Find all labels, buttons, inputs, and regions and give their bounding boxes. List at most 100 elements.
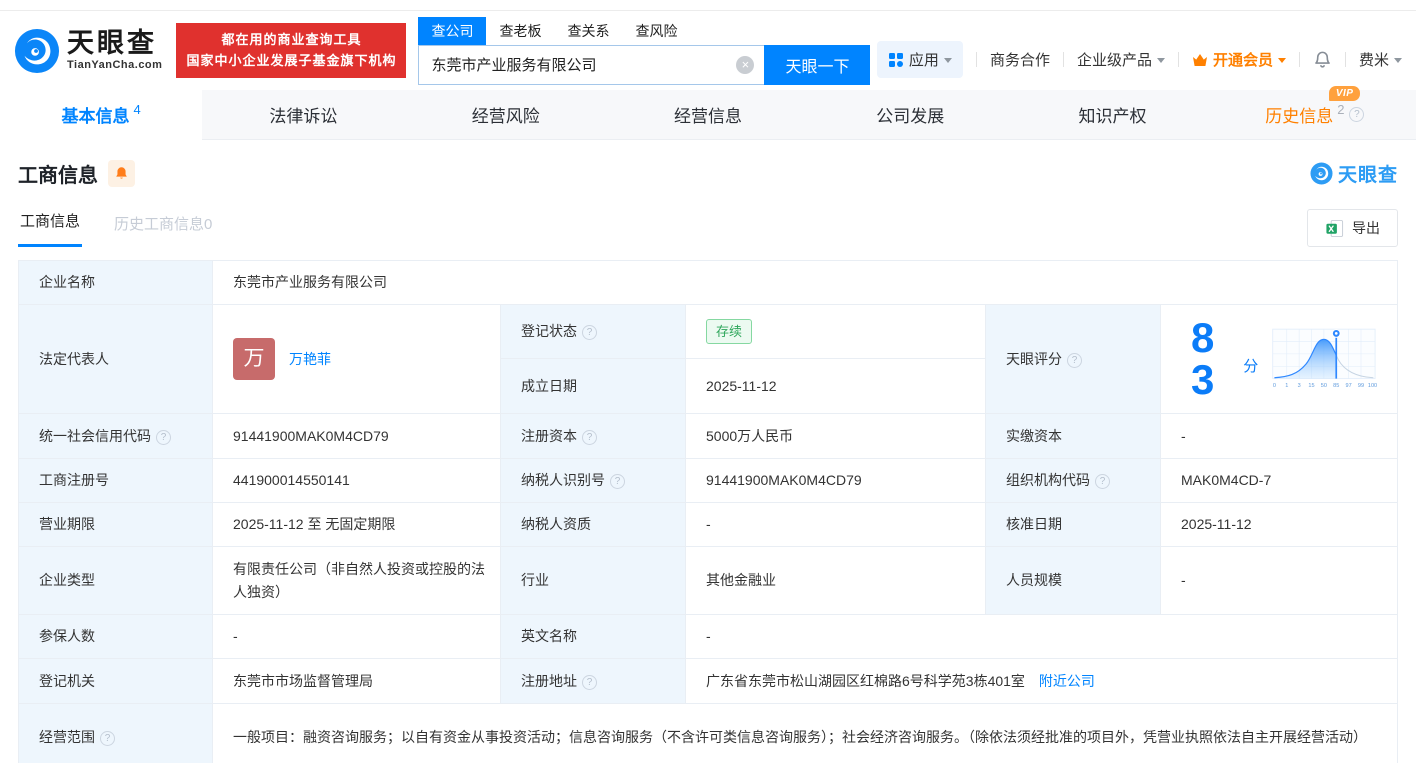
tab-intellectual-property[interactable]: 知识产权	[1011, 90, 1213, 139]
nav-divider	[1062, 52, 1064, 67]
value-paid-capital: -	[1160, 413, 1398, 459]
help-icon[interactable]	[1095, 474, 1110, 490]
subtab-history-business-info[interactable]: 历史工商信息0	[112, 207, 214, 247]
tab-legal-litigation[interactable]: 法律诉讼	[202, 90, 404, 139]
search-tab-relation[interactable]: 查关系	[554, 17, 622, 45]
tianyancha-watermark: 天眼查	[1310, 160, 1398, 187]
tab-history-info[interactable]: VIP 历史信息 2	[1214, 86, 1416, 139]
nav-divider	[1177, 52, 1179, 67]
nav-apps[interactable]: 应用	[876, 41, 963, 78]
help-icon[interactable]	[1349, 107, 1365, 122]
nav-notifications[interactable]	[1313, 50, 1332, 69]
export-button[interactable]: 导出	[1307, 209, 1398, 247]
table-row: 经营范围 一般项目：融资咨询服务；以自有资金从事投资活动；信息咨询服务（不含许可…	[18, 703, 1398, 763]
logo-title: 天眼查	[67, 28, 157, 58]
label-establish-date: 成立日期	[500, 357, 686, 415]
score-number: 83	[1191, 314, 1215, 403]
table-row: 统一社会信用代码 91441900MAK0M4CD79 注册资本 5000万人民…	[18, 413, 1398, 459]
bell-icon	[116, 167, 127, 179]
search-block: 查公司 查老板 查关系 查风险 天眼一下	[418, 16, 871, 85]
value-taxpayer-id: 91441900MAK0M4CD79	[685, 458, 986, 503]
label-company-type: 企业类型	[18, 546, 213, 615]
bell-icon	[1315, 51, 1330, 68]
value-reg-authority: 东莞市市场监督管理局	[212, 658, 501, 704]
section-header: 工商信息 天眼查	[0, 140, 1416, 188]
tab-count: 4	[133, 102, 141, 117]
label-reg-capital: 注册资本	[500, 413, 686, 459]
site-header: 天眼查 TianYanCha.com 都在用的商业查询工具 国家中小企业发展子基…	[0, 11, 1416, 90]
label-tyc-score: 天眼评分	[985, 304, 1161, 414]
table-row: 参保人数 - 英文名称 -	[18, 614, 1398, 659]
vip-badge: VIP	[1328, 86, 1361, 101]
monitor-bell-button[interactable]	[108, 160, 135, 187]
apps-grid-icon	[888, 52, 903, 67]
label-approve-date: 核准日期	[985, 502, 1161, 547]
svg-text:1: 1	[1285, 383, 1288, 389]
label-english-name: 英文名称	[500, 614, 686, 659]
label-org-code: 组织机构代码	[985, 458, 1161, 503]
chevron-down-icon	[943, 58, 952, 63]
status-badge: 存续	[706, 318, 753, 345]
table-row: 营业期限 2025-11-12 至 无固定期限 纳税人资质 - 核准日期 202…	[18, 502, 1398, 547]
tianyancha-swirl-icon	[14, 28, 60, 73]
svg-text:100: 100	[1368, 383, 1377, 389]
promo-banner-line2: 国家中小企业发展子基金旗下机构	[186, 52, 397, 68]
search-tabs: 查公司 查老板 查关系 查风险	[418, 16, 870, 45]
label-reg-authority: 登记机关	[18, 658, 213, 704]
table-row: 工商注册号 441900014550141 纳税人识别号 91441900MAK…	[18, 458, 1398, 503]
value-reg-number: 441900014550141	[212, 458, 501, 503]
company-section-tabs: 基本信息 4 法律诉讼 经营风险 经营信息 公司发展 知识产权 VIP 历史信息…	[0, 86, 1416, 140]
nearby-companies-link[interactable]: 附近公司	[1039, 673, 1095, 689]
tab-operation-info[interactable]: 经营信息	[607, 90, 809, 139]
section-title: 工商信息	[18, 165, 98, 187]
top-strip	[0, 0, 1416, 11]
tab-operation-risk[interactable]: 经营风险	[405, 90, 607, 139]
help-icon[interactable]	[156, 429, 171, 445]
username: 费米	[1358, 52, 1389, 69]
help-icon[interactable]	[582, 429, 597, 445]
help-icon[interactable]	[582, 674, 597, 690]
chevron-down-icon	[1156, 58, 1165, 63]
svg-text:0: 0	[1273, 383, 1276, 389]
search-input[interactable]	[419, 45, 765, 84]
value-org-code: MAK0M4CD-7	[1160, 458, 1398, 503]
value-reg-status: 存续	[685, 304, 986, 359]
tab-company-development[interactable]: 公司发展	[809, 90, 1011, 139]
label-industry: 行业	[500, 546, 686, 615]
tab-basic-info[interactable]: 基本信息 4	[0, 90, 203, 140]
tianyancha-logo[interactable]: 天眼查 TianYanCha.com	[14, 28, 162, 74]
chevron-down-icon	[1394, 58, 1402, 63]
help-icon[interactable]	[610, 474, 625, 490]
excel-export-icon	[1326, 219, 1344, 237]
legal-rep-avatar[interactable]: 万	[233, 338, 275, 380]
chevron-down-icon	[1277, 58, 1286, 63]
label-reg-address: 注册地址	[500, 658, 686, 704]
nav-divider	[1344, 52, 1346, 67]
search-tab-company[interactable]: 查公司	[418, 16, 487, 45]
legal-rep-link[interactable]: 万艳菲	[289, 348, 331, 370]
value-tyc-score: 83 分 0 1 3 15 50 85 97 99 100	[1160, 304, 1398, 414]
search-tab-boss[interactable]: 查老板	[486, 17, 554, 45]
svg-text:85: 85	[1333, 383, 1339, 389]
business-info-table: 企业名称 东莞市产业服务有限公司 法定代表人 万 万艳菲 登记状态 存续	[18, 260, 1398, 763]
value-industry: 其他金融业	[685, 546, 986, 615]
search-tab-risk[interactable]: 查风险	[622, 17, 690, 45]
help-icon[interactable]	[1067, 352, 1082, 368]
svg-text:50: 50	[1321, 383, 1327, 389]
label-biz-scope: 经营范围	[18, 703, 213, 763]
value-insured-count: -	[212, 614, 501, 659]
search-button[interactable]: 天眼一下	[764, 44, 871, 85]
help-icon[interactable]	[100, 731, 115, 747]
nav-user-menu[interactable]: 费米	[1359, 49, 1402, 70]
help-icon[interactable]	[582, 325, 597, 341]
label-staff-size: 人员规模	[985, 546, 1161, 615]
subtab-business-info[interactable]: 工商信息	[18, 204, 83, 247]
value-company-type: 有限责任公司（非自然人投资或控股的法人独资）	[212, 546, 501, 615]
clear-search-icon[interactable]	[736, 55, 755, 74]
label-legal-rep: 法定代表人	[18, 304, 213, 414]
nav-enterprise-products[interactable]: 企业级产品	[1077, 49, 1165, 70]
nav-biz-cooperation[interactable]: 商务合作	[990, 49, 1050, 70]
nav-open-vip[interactable]: 开通会员	[1192, 49, 1286, 70]
label-taxpayer-id: 纳税人识别号	[500, 458, 686, 503]
value-company-name: 东莞市产业服务有限公司	[212, 260, 1398, 305]
